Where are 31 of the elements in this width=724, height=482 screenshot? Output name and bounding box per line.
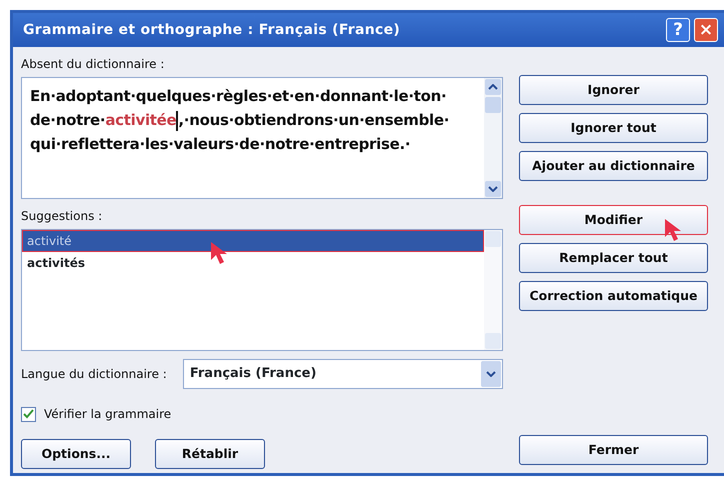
checkbox[interactable]: [21, 406, 36, 422]
pointer-icon: [663, 218, 683, 242]
text-cursor: [176, 110, 178, 131]
scroll-up-icon[interactable]: [485, 79, 501, 95]
dialog-button[interactable]: Correction automatique: [519, 281, 708, 311]
suggestion-item[interactable]: activités: [22, 252, 484, 274]
sentence-box[interactable]: En·adoptant·quelques·règles·et·en·donnant·le·ton· de·notre·activitée,·nous·obtiendrons·un·ensemble· qui·reflettera·les·valeurs·de·notre·entreprise.·: [21, 77, 503, 199]
field-label: Langue du dictionnaire :: [21, 366, 167, 383]
scrollbar[interactable]: [484, 78, 502, 198]
misspelled-word: activitée: [105, 111, 176, 129]
window-title: Grammaire et orthographe : Français (France): [23, 20, 402, 40]
field-label: Suggestions :: [21, 208, 104, 225]
dialog-button[interactable]: Options...: [21, 439, 131, 469]
dialog-button[interactable]: Ajouter au dictionnaire: [519, 151, 708, 181]
dialog-button[interactable]: Rétablir: [155, 439, 265, 469]
field-label: Absent du dictionnaire :: [21, 56, 166, 73]
sentence-text: qui·reflettera·les·valeurs·de·notre·entreprise.·: [30, 135, 410, 153]
dialog-button[interactable]: Fermer: [519, 435, 708, 465]
scroll-thumb[interactable]: [485, 97, 501, 113]
close-button[interactable]: ×: [694, 18, 718, 42]
sentence-text: ,·nous·obtiendrons·un·ensemble·: [178, 111, 450, 129]
sentence-text: de·notre·: [30, 111, 106, 129]
help-button[interactable]: ?: [666, 18, 690, 42]
dialog-button[interactable]: Remplacer tout: [519, 243, 708, 273]
dialog-button[interactable]: Ignorer tout: [519, 113, 708, 143]
checkbox-label[interactable]: Vérifier la grammaire: [44, 405, 172, 423]
sentence-text: En·adoptant·quelques·règles·et·en·donnant·le·ton·: [30, 87, 446, 105]
dialog-button[interactable]: Ignorer: [519, 75, 708, 105]
language-dropdown[interactable]: Français (France): [182, 359, 503, 389]
scroll-down-icon[interactable]: [485, 181, 501, 197]
caret-icon[interactable]: [481, 361, 501, 387]
